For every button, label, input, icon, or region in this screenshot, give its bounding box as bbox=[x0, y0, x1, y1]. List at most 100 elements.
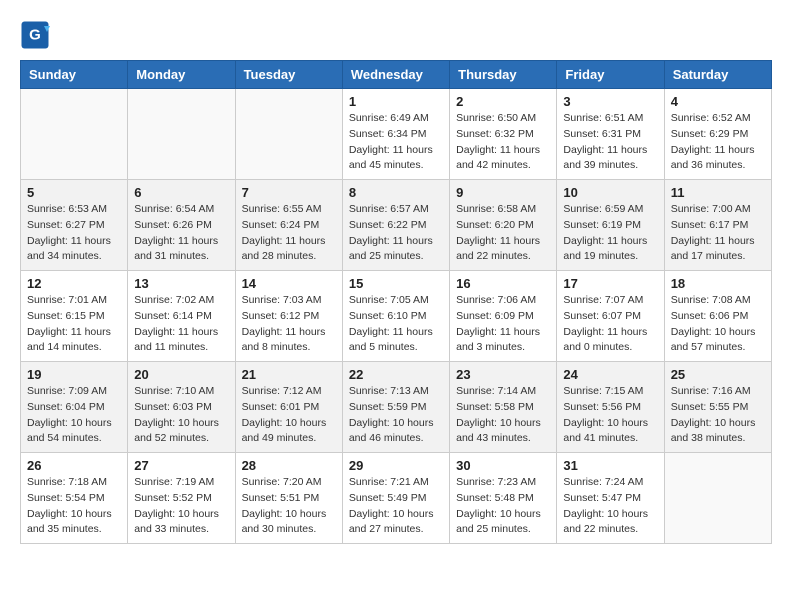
day-number: 13 bbox=[134, 276, 228, 291]
day-number: 29 bbox=[349, 458, 443, 473]
calendar-cell: 18 Sunrise: 7:08 AM Sunset: 6:06 PM Dayli… bbox=[664, 271, 771, 362]
day-number: 24 bbox=[563, 367, 657, 382]
day-number: 12 bbox=[27, 276, 121, 291]
day-info: Sunrise: 7:02 AM Sunset: 6:14 PM Dayligh… bbox=[134, 293, 228, 356]
day-number: 9 bbox=[456, 185, 550, 200]
calendar-cell: 3Sunrise: 6:51 AM Sunset: 6:31 PM Daylig… bbox=[557, 89, 664, 180]
calendar-cell bbox=[235, 89, 342, 180]
day-number: 16 bbox=[456, 276, 550, 291]
day-info: Sunrise: 6:49 AM Sunset: 6:34 PM Dayligh… bbox=[349, 111, 443, 174]
day-info: Sunrise: 7:12 AM Sunset: 6:01 PM Dayligh… bbox=[242, 384, 336, 447]
day-number: 6 bbox=[134, 185, 228, 200]
day-number: 19 bbox=[27, 367, 121, 382]
day-info: Sunrise: 7:18 AM Sunset: 5:54 PM Dayligh… bbox=[27, 475, 121, 538]
calendar-cell: 17Sunrise: 7:07 AM Sunset: 6:07 PM Dayli… bbox=[557, 271, 664, 362]
day-info: Sunrise: 7:01 AM Sunset: 6:15 PM Dayligh… bbox=[27, 293, 121, 356]
calendar-body: 1 Sunrise: 6:49 AM Sunset: 6:34 PM Daylig… bbox=[21, 89, 772, 544]
day-number: 7 bbox=[242, 185, 336, 200]
day-number: 8 bbox=[349, 185, 443, 200]
day-info: Sunrise: 7:14 AM Sunset: 5:58 PM Dayligh… bbox=[456, 384, 550, 447]
calendar-cell: 22 Sunrise: 7:13 AM Sunset: 5:59 PM Dayli… bbox=[342, 362, 449, 453]
day-number: 27 bbox=[134, 458, 228, 473]
day-info: Sunrise: 7:13 AM Sunset: 5:59 PM Dayligh… bbox=[349, 384, 443, 447]
calendar-week-3: 12 Sunrise: 7:01 AM Sunset: 6:15 PM Dayli… bbox=[21, 271, 772, 362]
day-info: Sunrise: 6:59 AM Sunset: 6:19 PM Dayligh… bbox=[563, 202, 657, 265]
calendar-table: SundayMondayTuesdayWednesdayThursdayFrid… bbox=[20, 60, 772, 544]
day-info: Sunrise: 7:03 AM Sunset: 6:12 PM Dayligh… bbox=[242, 293, 336, 356]
calendar-cell: 7 Sunrise: 6:55 AM Sunset: 6:24 PM Daylig… bbox=[235, 180, 342, 271]
day-number: 2 bbox=[456, 94, 550, 109]
svg-text:G: G bbox=[29, 27, 41, 44]
weekday-header-monday: Monday bbox=[128, 61, 235, 89]
calendar-cell: 31 Sunrise: 7:24 AM Sunset: 5:47 PM Dayli… bbox=[557, 453, 664, 544]
day-info: Sunrise: 6:53 AM Sunset: 6:27 PM Dayligh… bbox=[27, 202, 121, 265]
day-number: 25 bbox=[671, 367, 765, 382]
day-info: Sunrise: 7:08 AM Sunset: 6:06 PM Dayligh… bbox=[671, 293, 765, 356]
calendar-cell: 27 Sunrise: 7:19 AM Sunset: 5:52 PM Dayli… bbox=[128, 453, 235, 544]
day-info: Sunrise: 7:21 AM Sunset: 5:49 PM Dayligh… bbox=[349, 475, 443, 538]
day-info: Sunrise: 7:09 AM Sunset: 6:04 PM Dayligh… bbox=[27, 384, 121, 447]
day-info: Sunrise: 7:20 AM Sunset: 5:51 PM Dayligh… bbox=[242, 475, 336, 538]
calendar-cell: 29 Sunrise: 7:21 AM Sunset: 5:49 PM Dayli… bbox=[342, 453, 449, 544]
day-info: Sunrise: 6:55 AM Sunset: 6:24 PM Dayligh… bbox=[242, 202, 336, 265]
day-info: Sunrise: 7:16 AM Sunset: 5:55 PM Dayligh… bbox=[671, 384, 765, 447]
weekday-header-sunday: Sunday bbox=[21, 61, 128, 89]
day-number: 28 bbox=[242, 458, 336, 473]
day-number: 31 bbox=[563, 458, 657, 473]
day-number: 1 bbox=[349, 94, 443, 109]
day-number: 11 bbox=[671, 185, 765, 200]
calendar-cell: 19 Sunrise: 7:09 AM Sunset: 6:04 PM Dayli… bbox=[21, 362, 128, 453]
calendar-cell: 16 Sunrise: 7:06 AM Sunset: 6:09 PM Dayli… bbox=[450, 271, 557, 362]
calendar-cell: 8Sunrise: 6:57 AM Sunset: 6:22 PM Daylig… bbox=[342, 180, 449, 271]
calendar-cell: 21 Sunrise: 7:12 AM Sunset: 6:01 PM Dayli… bbox=[235, 362, 342, 453]
day-number: 20 bbox=[134, 367, 228, 382]
weekday-header-tuesday: Tuesday bbox=[235, 61, 342, 89]
weekday-header-wednesday: Wednesday bbox=[342, 61, 449, 89]
calendar-cell: 24 Sunrise: 7:15 AM Sunset: 5:56 PM Dayli… bbox=[557, 362, 664, 453]
calendar-cell bbox=[664, 453, 771, 544]
weekday-header-thursday: Thursday bbox=[450, 61, 557, 89]
calendar-cell: 9 Sunrise: 6:58 AM Sunset: 6:20 PM Daylig… bbox=[450, 180, 557, 271]
logo-icon: G bbox=[20, 20, 50, 50]
day-number: 4 bbox=[671, 94, 765, 109]
day-number: 21 bbox=[242, 367, 336, 382]
day-info: Sunrise: 6:52 AM Sunset: 6:29 PM Dayligh… bbox=[671, 111, 765, 174]
page-header: G bbox=[20, 20, 772, 50]
day-info: Sunrise: 7:10 AM Sunset: 6:03 PM Dayligh… bbox=[134, 384, 228, 447]
calendar-week-1: 1 Sunrise: 6:49 AM Sunset: 6:34 PM Daylig… bbox=[21, 89, 772, 180]
calendar-cell: 1 Sunrise: 6:49 AM Sunset: 6:34 PM Daylig… bbox=[342, 89, 449, 180]
calendar-cell: 23 Sunrise: 7:14 AM Sunset: 5:58 PM Dayli… bbox=[450, 362, 557, 453]
calendar-cell: 2 Sunrise: 6:50 AM Sunset: 6:32 PM Daylig… bbox=[450, 89, 557, 180]
day-info: Sunrise: 6:58 AM Sunset: 6:20 PM Dayligh… bbox=[456, 202, 550, 265]
calendar-cell: 6 Sunrise: 6:54 AM Sunset: 6:26 PM Daylig… bbox=[128, 180, 235, 271]
day-number: 23 bbox=[456, 367, 550, 382]
day-info: Sunrise: 7:23 AM Sunset: 5:48 PM Dayligh… bbox=[456, 475, 550, 538]
calendar-cell: 15Sunrise: 7:05 AM Sunset: 6:10 PM Dayli… bbox=[342, 271, 449, 362]
day-number: 14 bbox=[242, 276, 336, 291]
day-number: 10 bbox=[563, 185, 657, 200]
calendar-cell: 20 Sunrise: 7:10 AM Sunset: 6:03 PM Dayli… bbox=[128, 362, 235, 453]
calendar-week-5: 26 Sunrise: 7:18 AM Sunset: 5:54 PM Dayli… bbox=[21, 453, 772, 544]
calendar-header: SundayMondayTuesdayWednesdayThursdayFrid… bbox=[21, 61, 772, 89]
calendar-cell: 10 Sunrise: 6:59 AM Sunset: 6:19 PM Dayli… bbox=[557, 180, 664, 271]
calendar-cell bbox=[21, 89, 128, 180]
day-info: Sunrise: 6:51 AM Sunset: 6:31 PM Dayligh… bbox=[563, 111, 657, 174]
day-number: 18 bbox=[671, 276, 765, 291]
day-number: 5 bbox=[27, 185, 121, 200]
calendar-week-2: 5 Sunrise: 6:53 AM Sunset: 6:27 PM Daylig… bbox=[21, 180, 772, 271]
day-info: Sunrise: 7:06 AM Sunset: 6:09 PM Dayligh… bbox=[456, 293, 550, 356]
day-number: 22 bbox=[349, 367, 443, 382]
day-info: Sunrise: 7:15 AM Sunset: 5:56 PM Dayligh… bbox=[563, 384, 657, 447]
calendar-cell: 13 Sunrise: 7:02 AM Sunset: 6:14 PM Dayli… bbox=[128, 271, 235, 362]
day-info: Sunrise: 6:50 AM Sunset: 6:32 PM Dayligh… bbox=[456, 111, 550, 174]
day-number: 26 bbox=[27, 458, 121, 473]
calendar-cell bbox=[128, 89, 235, 180]
weekday-header-saturday: Saturday bbox=[664, 61, 771, 89]
day-info: Sunrise: 7:24 AM Sunset: 5:47 PM Dayligh… bbox=[563, 475, 657, 538]
calendar-week-4: 19 Sunrise: 7:09 AM Sunset: 6:04 PM Dayli… bbox=[21, 362, 772, 453]
day-info: Sunrise: 6:54 AM Sunset: 6:26 PM Dayligh… bbox=[134, 202, 228, 265]
day-number: 17 bbox=[563, 276, 657, 291]
logo: G bbox=[20, 20, 54, 50]
day-number: 30 bbox=[456, 458, 550, 473]
day-info: Sunrise: 7:19 AM Sunset: 5:52 PM Dayligh… bbox=[134, 475, 228, 538]
